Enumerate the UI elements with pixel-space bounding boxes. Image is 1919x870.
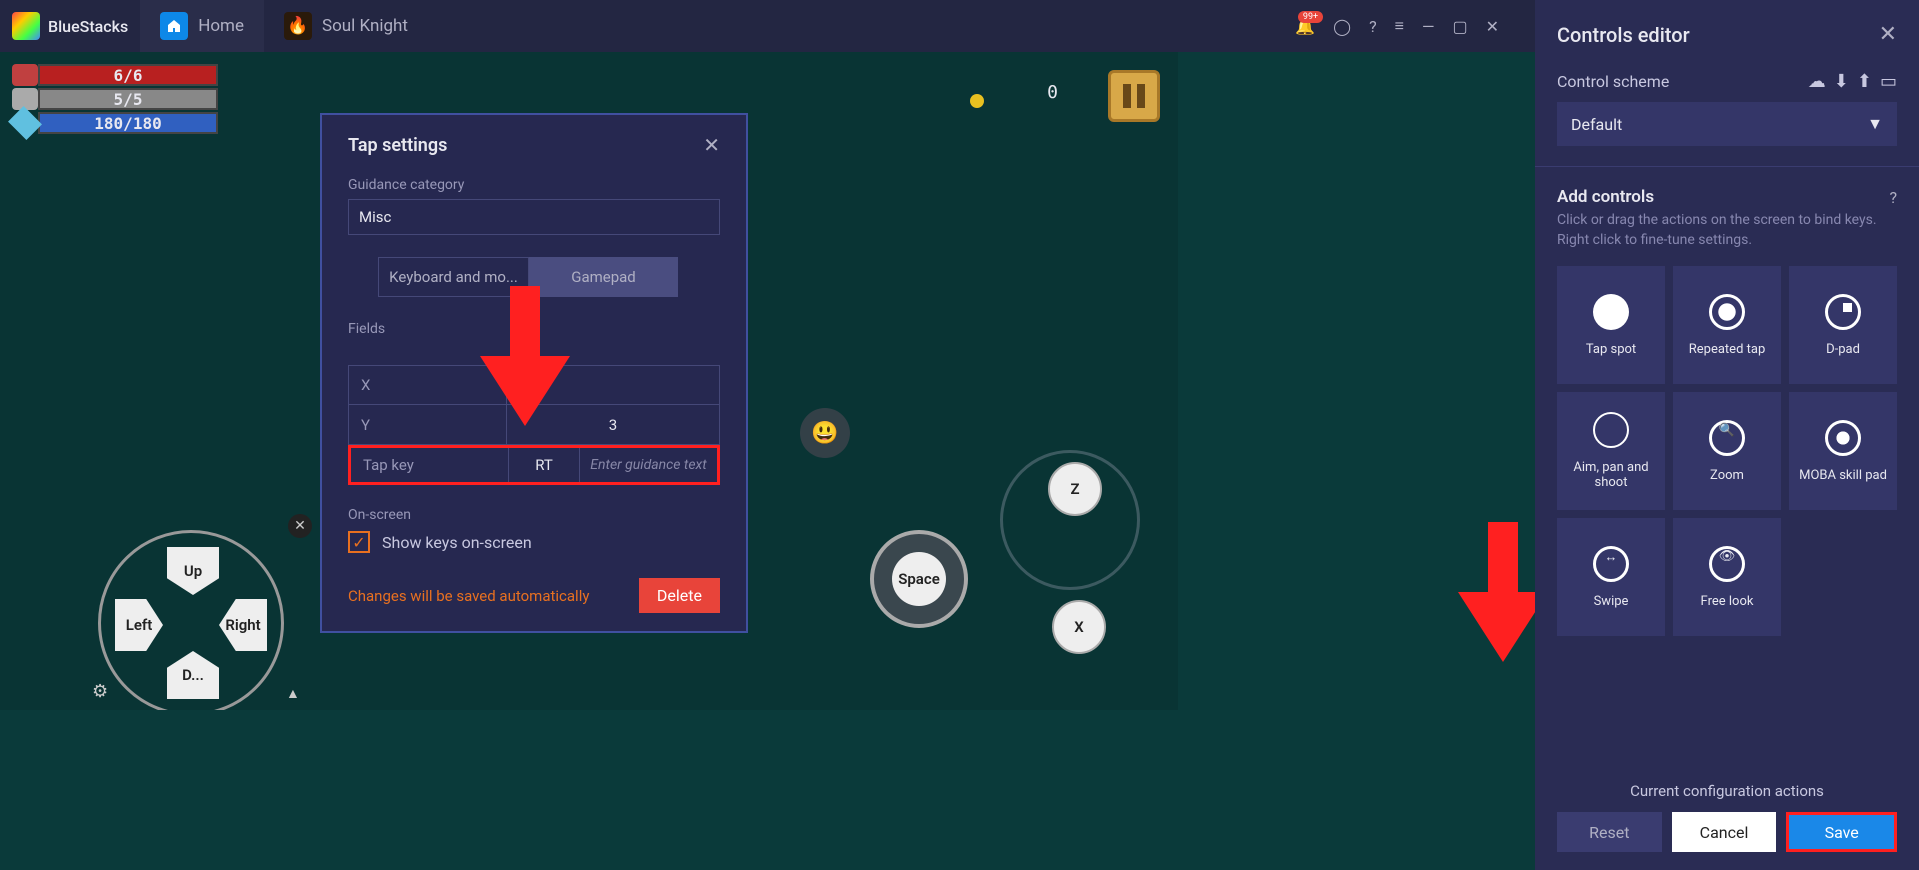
moba-icon: [1825, 420, 1861, 456]
control-freelook[interactable]: 👁Free look: [1673, 518, 1781, 636]
mana-icon: [8, 106, 42, 140]
add-controls-desc: Click or drag the actions on the screen …: [1557, 211, 1897, 250]
control-aim[interactable]: Aim, pan and shoot: [1557, 392, 1665, 510]
logo: BlueStacks: [0, 12, 140, 40]
tab-game-label: Soul Knight: [322, 16, 408, 36]
account-icon[interactable]: ◯: [1333, 17, 1351, 36]
help-icon[interactable]: ?: [1889, 188, 1897, 207]
notif-badge: 99+: [1298, 11, 1323, 23]
delete-button[interactable]: Delete: [639, 578, 720, 613]
game-icon: 🔥: [284, 12, 312, 40]
chevron-down-icon: ▼: [1867, 114, 1883, 134]
emoji-button[interactable]: 😃: [800, 408, 850, 458]
cancel-button[interactable]: Cancel: [1672, 812, 1777, 852]
minimize-icon[interactable]: —: [1422, 17, 1435, 36]
panel-close-button[interactable]: ✕: [1879, 22, 1897, 47]
dpad-up[interactable]: Up: [167, 547, 219, 595]
field-tapkey-label: Tap key: [351, 448, 509, 482]
export-icon[interactable]: ⬆: [1857, 71, 1872, 92]
tapspot-icon: [1593, 294, 1629, 330]
dpad-left[interactable]: Left: [115, 599, 163, 651]
hp-icon: [12, 64, 38, 86]
dialog-close-button[interactable]: ✕: [703, 133, 720, 157]
action-z[interactable]: Z: [1048, 462, 1102, 516]
show-keys-label: Show keys on-screen: [382, 533, 532, 552]
scheme-select[interactable]: Default ▼: [1557, 102, 1897, 146]
annotation-arrow-icon: [480, 286, 570, 426]
swipe-icon: ↔: [1593, 546, 1629, 582]
panel-title: Controls editor: [1557, 23, 1690, 47]
coin-icon: [970, 94, 984, 108]
guidance-input[interactable]: [348, 199, 720, 235]
scheme-label: Control scheme: [1557, 72, 1669, 91]
save-button[interactable]: Save: [1786, 812, 1897, 852]
control-zoom[interactable]: 🔍Zoom: [1673, 392, 1781, 510]
hud-mana: 180/180: [38, 112, 218, 134]
bluestacks-logo-icon: [12, 12, 40, 40]
dialog-title: Tap settings: [348, 135, 447, 156]
freelook-icon: 👁: [1709, 546, 1745, 582]
home-icon: [160, 12, 188, 40]
reset-button[interactable]: Reset: [1557, 812, 1662, 852]
hud-shield: 5/5: [38, 88, 218, 110]
dpad-right[interactable]: Right: [219, 599, 267, 651]
action-x[interactable]: X: [1052, 600, 1106, 654]
tab-home[interactable]: Home: [140, 0, 264, 52]
control-tapspot[interactable]: Tap spot: [1557, 266, 1665, 384]
onscreen-label: On-screen: [348, 507, 720, 523]
pause-button[interactable]: [1108, 70, 1160, 122]
folder-icon[interactable]: ▭: [1880, 71, 1897, 92]
tab-game[interactable]: 🔥 Soul Knight: [264, 0, 428, 52]
repeated-icon: [1709, 294, 1745, 330]
close-icon[interactable]: ✕: [1486, 17, 1499, 36]
control-repeated[interactable]: Repeated tap: [1673, 266, 1781, 384]
dpad-close-button[interactable]: ✕: [288, 514, 312, 538]
field-tapkey-guidance[interactable]: Enter guidance text: [579, 448, 717, 482]
control-swipe[interactable]: ↔Swipe: [1557, 518, 1665, 636]
import-icon[interactable]: ⬇: [1834, 71, 1849, 92]
notifications-icon[interactable]: 🔔99+: [1295, 17, 1315, 36]
gear-icon[interactable]: ⚙: [92, 681, 108, 702]
dpad-icon: [1825, 294, 1861, 330]
scheme-value: Default: [1571, 115, 1622, 134]
hud: 6/6 5/5 180/180: [12, 64, 218, 136]
hud-counter: 0: [1047, 82, 1058, 103]
tab-home-label: Home: [198, 16, 244, 36]
cloud-icon[interactable]: ☁: [1808, 71, 1826, 92]
aim-icon: [1593, 412, 1629, 448]
hud-hp: 6/6: [38, 64, 218, 86]
guidance-label: Guidance category: [348, 177, 720, 193]
logo-text: BlueStacks: [48, 17, 128, 36]
auto-save-text: Changes will be saved automatically: [348, 587, 589, 605]
help-icon[interactable]: ?: [1369, 17, 1377, 36]
titlebar-actions: 🔔99+ ◯ ? ≡ — ▢ ✕: [1295, 16, 1499, 36]
maximize-icon[interactable]: ▢: [1452, 17, 1467, 36]
zoom-icon: 🔍: [1709, 420, 1745, 456]
show-keys-checkbox[interactable]: ✓: [348, 531, 370, 553]
add-controls-title: Add controls: [1557, 187, 1654, 207]
controls-grid: Tap spot Repeated tap D-pad Aim, pan and…: [1557, 266, 1897, 636]
controls-editor-panel: Controls editor ✕ Control scheme ☁ ⬇ ⬆ ▭…: [1535, 0, 1919, 870]
expand-icon[interactable]: ▲: [286, 685, 300, 702]
control-dpad[interactable]: D-pad: [1789, 266, 1897, 384]
config-actions-text: Current configuration actions: [1535, 782, 1919, 800]
menu-icon[interactable]: ≡: [1395, 16, 1404, 36]
control-moba[interactable]: MOBA skill pad: [1789, 392, 1897, 510]
field-tapkey-value[interactable]: RT: [509, 448, 579, 482]
action-space[interactable]: Space: [870, 530, 968, 628]
dpad-overlay[interactable]: Up D... Left Right: [98, 530, 284, 710]
dpad-down[interactable]: D...: [167, 651, 219, 699]
